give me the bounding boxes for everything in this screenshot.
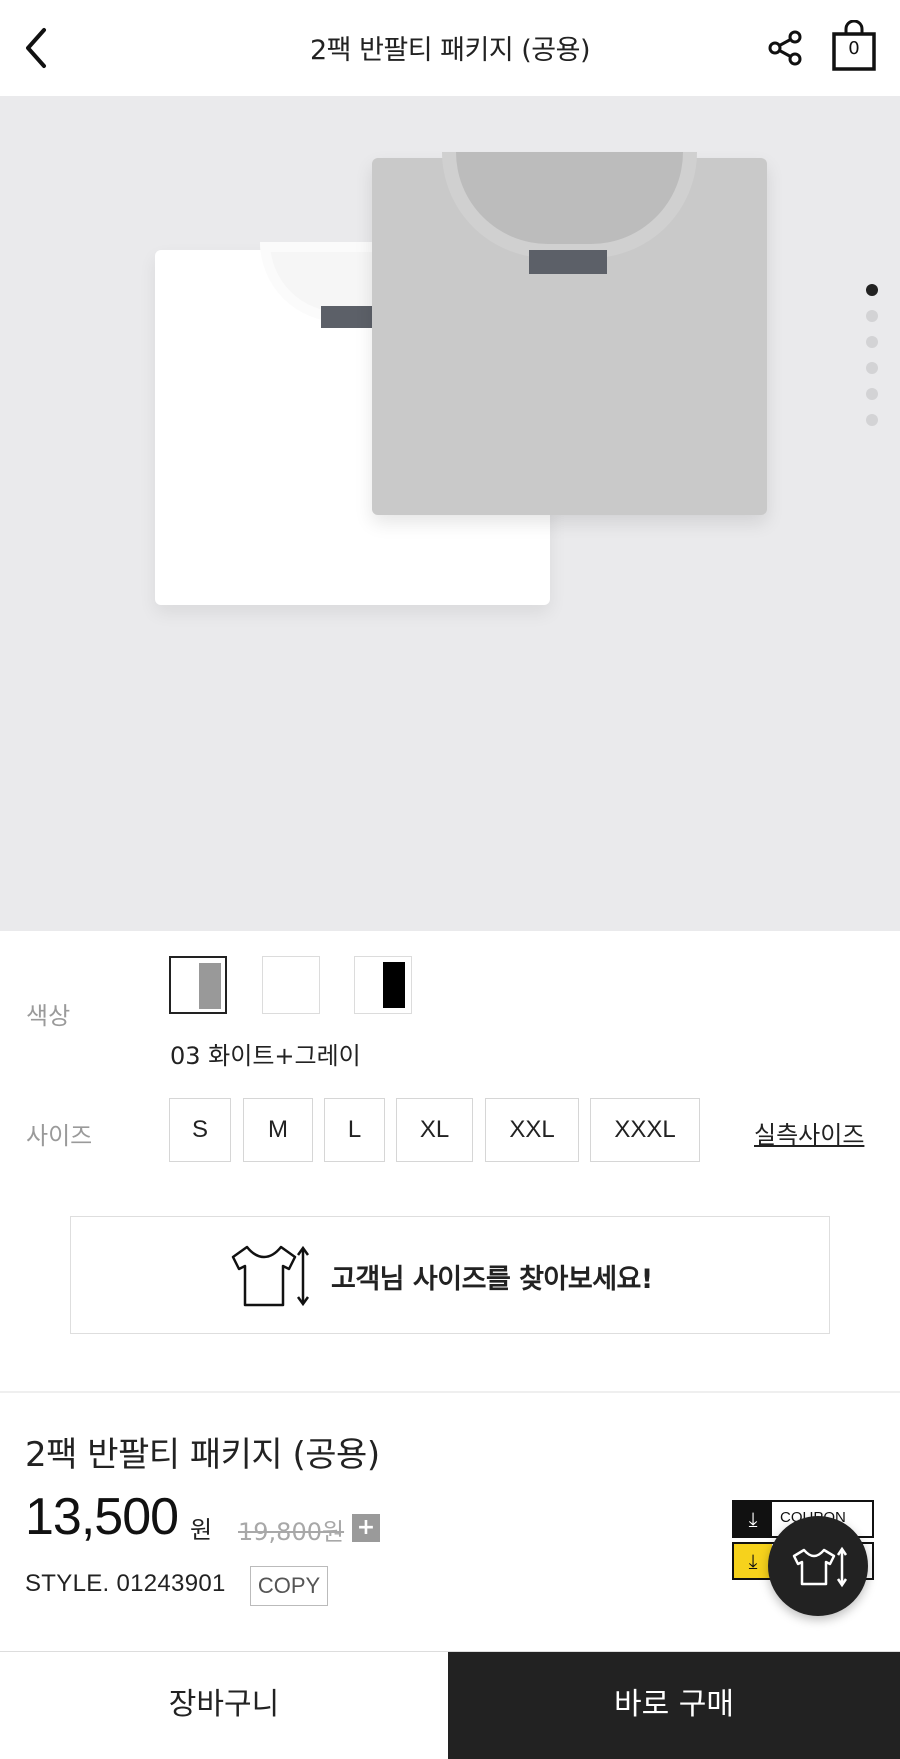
size-option-xl[interactable]: XL bbox=[396, 1098, 473, 1162]
page-title: 2팩 반팔티 패키지 (공용) bbox=[309, 35, 591, 66]
share-icon bbox=[768, 30, 802, 66]
gallery-dot[interactable] bbox=[866, 284, 878, 296]
price-detail-button[interactable]: + bbox=[352, 1514, 380, 1542]
copy-style-button[interactable]: COPY bbox=[250, 1566, 328, 1606]
style-code: STYLE. 01243901 bbox=[25, 1570, 226, 1597]
original-price: 19,800원 bbox=[238, 1518, 345, 1546]
add-to-cart-button[interactable]: 장바구니 bbox=[0, 1652, 448, 1759]
share-button[interactable] bbox=[766, 28, 806, 68]
gallery-pagination bbox=[866, 284, 880, 440]
tshirt-size-icon bbox=[792, 1546, 848, 1588]
gray-tshirt-image bbox=[372, 152, 767, 515]
section-divider bbox=[0, 1391, 900, 1393]
size-label: 사이즈 bbox=[26, 1122, 93, 1150]
size-chart-link[interactable]: 실측사이즈 bbox=[754, 1115, 864, 1150]
size-option-xxxl[interactable]: XXXL bbox=[590, 1098, 700, 1162]
download-icon: ⤓ bbox=[734, 1544, 772, 1578]
size-finder-fab[interactable] bbox=[768, 1516, 868, 1616]
top-app-bar: 2팩 반팔티 패키지 (공용) 0 bbox=[0, 0, 900, 96]
color-swatch-white-black[interactable] bbox=[354, 956, 412, 1014]
product-name: 2팩 반팔티 패키지 (공용) bbox=[25, 1435, 380, 1475]
product-image-gallery[interactable] bbox=[0, 96, 900, 931]
gallery-dot[interactable] bbox=[866, 414, 878, 426]
selected-color-name: 03 화이트+그레이 bbox=[170, 1042, 361, 1070]
size-option-m[interactable]: M bbox=[243, 1098, 313, 1162]
color-label: 색상 bbox=[26, 1002, 71, 1030]
tshirt-size-icon bbox=[231, 1245, 310, 1307]
sale-price: 13,500 bbox=[25, 1488, 179, 1546]
swatch-left bbox=[360, 962, 382, 1008]
gallery-dot[interactable] bbox=[866, 310, 878, 322]
size-option-xxl[interactable]: XXL bbox=[485, 1098, 579, 1162]
brand-tag bbox=[529, 250, 607, 274]
price-unit: 원 bbox=[190, 1516, 213, 1544]
gallery-dot[interactable] bbox=[866, 336, 878, 348]
bottom-action-bar: 장바구니 바로 구매 bbox=[0, 1651, 900, 1759]
size-finder-button[interactable]: 고객님 사이즈를 찾아보세요! bbox=[70, 1216, 830, 1334]
gallery-dot[interactable] bbox=[866, 388, 878, 400]
size-finder-text: 고객님 사이즈를 찾아보세요! bbox=[331, 1264, 653, 1295]
cart-button[interactable]: 0 bbox=[832, 20, 880, 72]
size-option-l[interactable]: L bbox=[324, 1098, 385, 1162]
swatch-right bbox=[383, 962, 405, 1008]
cart-count-badge: 0 bbox=[848, 38, 860, 59]
swatch-left bbox=[177, 963, 199, 1009]
swatch-left bbox=[268, 962, 314, 1008]
color-swatch-white[interactable] bbox=[262, 956, 320, 1014]
buy-now-button[interactable]: 바로 구매 bbox=[448, 1652, 900, 1759]
swatch-right bbox=[199, 963, 221, 1009]
gallery-dot[interactable] bbox=[866, 362, 878, 374]
color-swatch-white-gray[interactable] bbox=[169, 956, 227, 1014]
download-icon: ⤓ bbox=[734, 1502, 772, 1536]
size-option-s[interactable]: S bbox=[169, 1098, 231, 1162]
